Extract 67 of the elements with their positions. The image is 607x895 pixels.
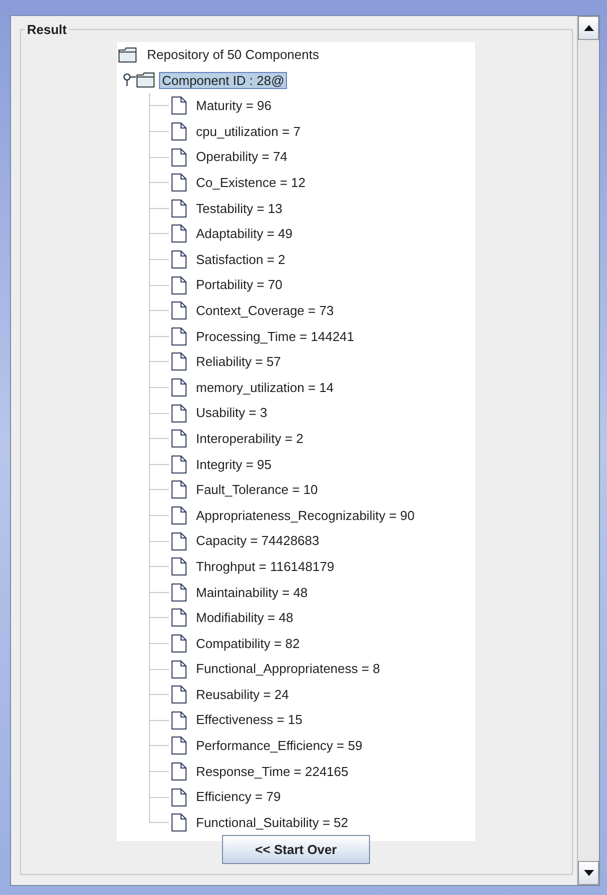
file-icon (171, 480, 187, 500)
tree-node-label[interactable]: Reliability = 57 (193, 353, 284, 370)
tree-node-label[interactable]: Fault_Tolerance = 10 (193, 481, 321, 498)
file-icon (171, 96, 187, 116)
file-icon (171, 173, 187, 192)
file-icon (171, 148, 187, 167)
file-icon (171, 557, 187, 576)
file-icon (171, 198, 187, 218)
file-icon (171, 532, 187, 551)
file-icon (171, 326, 187, 346)
tree-node-label[interactable]: Integrity = 95 (193, 456, 275, 473)
scrollbar[interactable] (577, 16, 599, 885)
scroll-down-icon[interactable] (578, 861, 599, 885)
tree-node-label[interactable]: Context_Coverage = 73 (193, 302, 337, 319)
tree-node-label[interactable]: Performance_Efficiency = 59 (193, 737, 366, 754)
file-icon (171, 582, 187, 602)
tree-node-label[interactable]: Interoperability = 2 (193, 430, 306, 447)
file-icon (171, 429, 187, 448)
tree-node-label[interactable]: Compatibility = 82 (193, 634, 303, 652)
file-icon (171, 710, 187, 730)
tree-node-label[interactable]: Efficiency = 79 (193, 788, 284, 806)
start-over-button[interactable]: << Start Over (222, 835, 370, 864)
file-icon (171, 685, 187, 704)
tree-node-label[interactable]: Maintainability = 48 (193, 584, 311, 601)
file-icon (171, 506, 187, 525)
tree-node-label[interactable]: Component ID : 28@ (159, 72, 288, 89)
tree-node-label[interactable]: Co_Existence = 12 (193, 174, 308, 192)
tree-node-label[interactable]: memory_utilization = 14 (193, 378, 337, 396)
tree-node-label[interactable]: Portability = 70 (193, 276, 286, 294)
file-icon (171, 122, 187, 142)
file-icon (171, 454, 187, 474)
file-icon (171, 276, 187, 295)
tree-node-label[interactable]: Adaptability = 49 (193, 225, 296, 242)
file-icon (171, 813, 187, 832)
tree-node-label[interactable]: Throghput = 116148179 (193, 558, 338, 575)
file-icon (171, 224, 187, 244)
tree-node-label[interactable]: Response_Time = 224165 (193, 762, 352, 780)
file-icon (171, 301, 187, 320)
tree-node-label[interactable]: Functional_Appropriateness = 8 (193, 660, 383, 678)
file-icon (171, 634, 187, 653)
file-icon (171, 250, 187, 270)
file-icon (171, 352, 187, 372)
tree-node-label[interactable]: Appropriateness_Recognizability = 90 (193, 506, 418, 524)
file-icon (171, 736, 187, 756)
folder-icon (136, 72, 156, 88)
file-icon (171, 404, 187, 423)
tree-node-label[interactable]: Satisfaction = 2 (193, 250, 288, 268)
tree-node-label[interactable]: Effectiveness = 15 (193, 711, 306, 728)
tree-node-label[interactable]: Processing_Time = 144241 (193, 328, 358, 345)
file-icon (171, 378, 187, 398)
tree-node-label[interactable]: Usability = 3 (193, 404, 270, 422)
tree-node-label[interactable]: Operability = 74 (193, 148, 290, 166)
tree-node-label[interactable]: Functional_Suitability = 52 (193, 814, 352, 831)
file-icon (171, 762, 187, 781)
tree-node-label[interactable]: Reusability = 24 (193, 686, 292, 703)
folder-icon (118, 46, 138, 63)
tree-node-label[interactable]: cpu_utilization = 7 (193, 122, 304, 140)
file-icon (171, 608, 187, 628)
file-icon (171, 660, 187, 679)
tree-node-label[interactable]: Testability = 13 (193, 200, 286, 217)
file-icon (171, 788, 187, 807)
tree-node-label[interactable]: Maturity = 96 (193, 97, 275, 114)
tree-node-label[interactable]: Modifiability = 48 (193, 609, 296, 626)
expand-handle-icon[interactable] (122, 73, 136, 88)
tree-node-label[interactable]: Capacity = 74428683 (193, 532, 322, 550)
scroll-up-icon[interactable] (578, 16, 599, 40)
tree-node-label[interactable]: Repository of 50 Components (144, 44, 322, 66)
